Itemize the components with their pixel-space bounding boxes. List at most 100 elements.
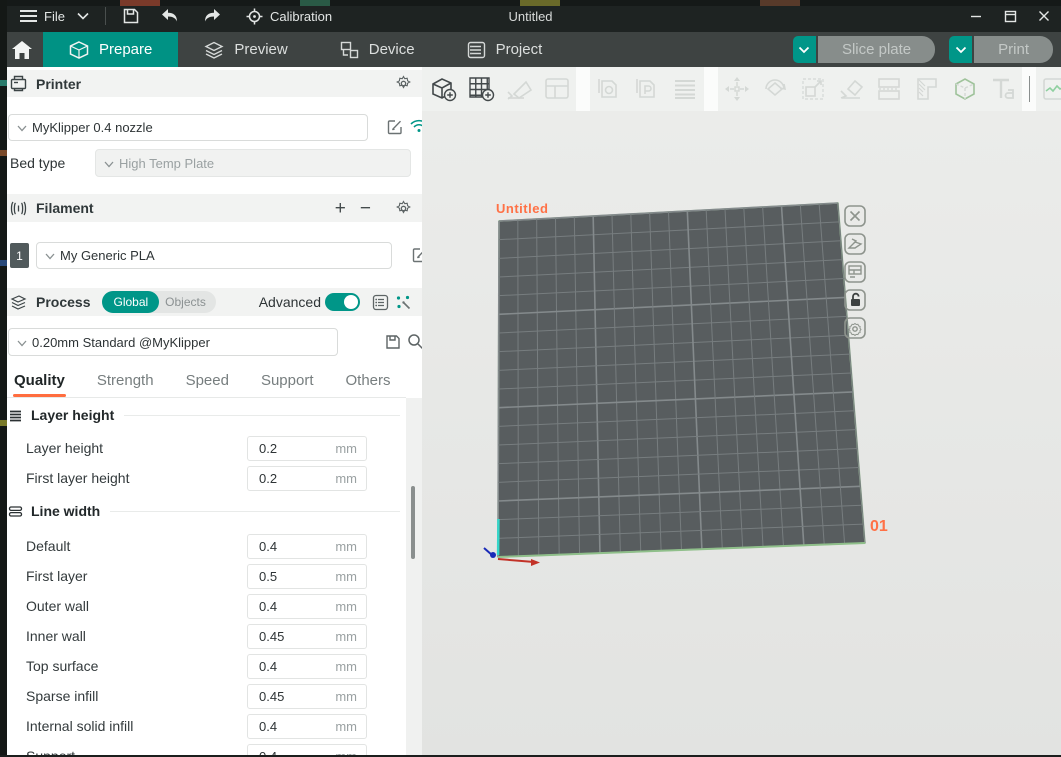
cut-tool-button[interactable] (874, 74, 904, 104)
slice-plate-button[interactable]: Slice plate (818, 36, 935, 63)
filament-preset-value: My Generic PLA (60, 248, 155, 263)
undo-icon (160, 8, 179, 24)
line-width-first-layer-input[interactable]: 0.5 mm (247, 564, 367, 589)
param-label: Default (26, 538, 70, 554)
move-tool-button[interactable] (722, 74, 752, 104)
lock-plate-button[interactable] (843, 288, 867, 312)
toolbar-group-gap (704, 67, 718, 111)
bed-type-combo[interactable]: High Temp Plate (95, 149, 411, 177)
parameter-table-button[interactable] (372, 294, 389, 311)
line-width-inner-wall-input[interactable]: 0.45 mm (247, 624, 367, 649)
divider (124, 415, 400, 416)
process-preset-combo[interactable]: 0.20mm Standard @MyKlipper (8, 328, 338, 356)
undo-button[interactable] (154, 3, 185, 29)
compare-presets-button[interactable] (395, 294, 412, 311)
redo-button[interactable] (197, 3, 228, 29)
arrange-plate-button[interactable] (843, 232, 867, 256)
layer-height-input[interactable]: 0.2 mm (247, 436, 367, 461)
auto-orient-button[interactable] (504, 74, 534, 104)
line-width-outer-wall-input[interactable]: 0.4 mm (247, 594, 367, 619)
chevron-down-icon (17, 120, 27, 135)
calibration-icon (246, 8, 263, 25)
filament-preset-combo[interactable]: My Generic PLA (36, 242, 392, 269)
line-width-group-header: Line width (8, 503, 400, 519)
line-width-sparse-infill-input[interactable]: 0.45 mm (247, 684, 367, 709)
prepare-icon (69, 41, 89, 59)
slice-plate-split-button: Slice plate (793, 36, 935, 63)
edit-printer-preset-button[interactable] (387, 119, 403, 135)
hamburger-icon (20, 10, 37, 22)
plate-name-label[interactable]: Untitled (496, 201, 548, 216)
save-button[interactable] (116, 3, 146, 29)
param-unit: mm (335, 689, 366, 704)
build-plate-canvas[interactable]: Untitled 01 (422, 111, 1061, 757)
printer-preset-value: MyKlipper 0.4 nozzle (32, 120, 153, 135)
scope-global-option[interactable]: Global (102, 291, 159, 313)
gear-icon (395, 75, 412, 92)
assembly-view-icon (1040, 74, 1061, 104)
tab-project[interactable]: Project (441, 32, 569, 67)
process-tab-others[interactable]: Others (346, 372, 391, 397)
advanced-toggle[interactable] (325, 293, 360, 311)
plate-gear-button[interactable] (843, 316, 867, 340)
param-value: 0.45 (248, 689, 335, 704)
plate-settings-button[interactable] (843, 260, 867, 284)
mesh-boolean-button[interactable] (950, 74, 980, 104)
split-to-parts-button[interactable] (632, 74, 662, 104)
file-menu-dropdown[interactable] (71, 3, 95, 29)
param-unit: mm (335, 569, 366, 584)
redo-icon (203, 8, 222, 24)
tab-preview[interactable]: Preview (178, 32, 313, 67)
scrollbar-thumb[interactable] (411, 486, 415, 559)
add-plate-button[interactable] (466, 74, 496, 104)
scale-tool-button[interactable] (798, 74, 828, 104)
scope-objects-option[interactable]: Objects (159, 295, 216, 309)
slice-options-button[interactable] (793, 36, 816, 63)
arrange-button[interactable] (542, 74, 572, 104)
close-icon (1038, 10, 1050, 22)
sidebar-scrollbar[interactable] (406, 398, 422, 757)
toggle-knob (344, 295, 358, 309)
process-tab-speed[interactable]: Speed (186, 372, 229, 397)
save-preset-button[interactable] (385, 334, 401, 350)
file-menu-button[interactable]: File (14, 3, 71, 29)
text-tool-button[interactable] (988, 74, 1018, 104)
line-width-top-surface-input[interactable]: 0.4 mm (247, 654, 367, 679)
param-unit: mm (335, 441, 366, 456)
variable-layer-height-button[interactable] (670, 74, 700, 104)
process-scope-toggle[interactable]: Global Objects (102, 291, 215, 313)
toolbar-group-gap (576, 67, 590, 111)
rotate-tool-button[interactable] (760, 74, 790, 104)
delete-plate-button[interactable] (843, 204, 867, 228)
process-tab-quality[interactable]: Quality (14, 372, 65, 397)
printer-preset-combo[interactable]: MyKlipper 0.4 nozzle (8, 114, 368, 141)
printer-section-header: Printer (0, 70, 422, 97)
toolbar-divider (1022, 67, 1036, 111)
screen-edge-artifact (0, 0, 7, 757)
bed-type-label: Bed type (10, 155, 65, 171)
advanced-label: Advanced (259, 294, 321, 310)
line-width-default-input[interactable]: 0.4 mm (247, 534, 367, 559)
param-label: Internal solid infill (26, 718, 133, 734)
place-on-face-button[interactable] (836, 74, 866, 104)
plate-toolbar (843, 204, 867, 340)
scale-icon (798, 74, 828, 104)
filament-settings-button[interactable] (395, 200, 412, 217)
remove-filament-button[interactable]: − (360, 199, 371, 218)
line-width-group-title: Line width (31, 503, 100, 519)
print-options-button[interactable] (949, 36, 972, 63)
tab-device[interactable]: Device (314, 32, 441, 67)
tab-prepare[interactable]: Prepare (43, 32, 178, 67)
process-tab-strength[interactable]: Strength (97, 372, 154, 397)
line-width-internal-solid-infill-input[interactable]: 0.4 mm (247, 714, 367, 739)
support-painting-button[interactable] (912, 74, 942, 104)
printer-settings-button[interactable] (395, 75, 412, 92)
print-button[interactable]: Print (974, 36, 1053, 63)
add-filament-button[interactable]: + (335, 199, 346, 218)
split-to-objects-button[interactable] (594, 74, 624, 104)
add-object-button[interactable] (428, 74, 458, 104)
process-tab-support[interactable]: Support (261, 372, 314, 397)
calibration-button[interactable]: Calibration (240, 3, 338, 29)
first-layer-height-input[interactable]: 0.2 mm (247, 466, 367, 491)
assembly-view-button[interactable] (1040, 74, 1061, 104)
